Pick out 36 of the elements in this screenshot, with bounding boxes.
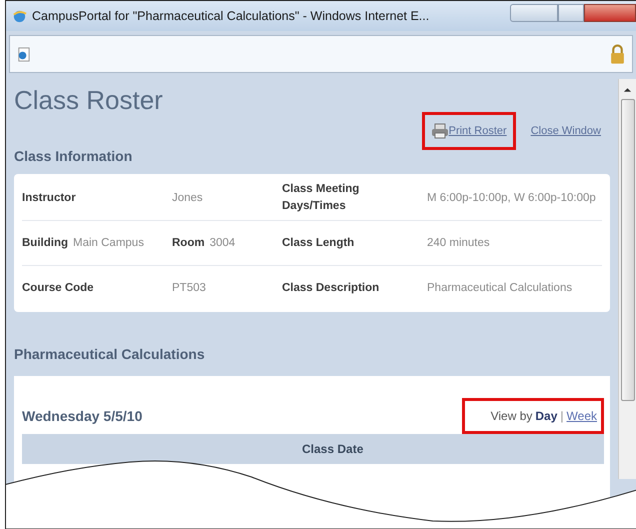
printer-icon <box>430 123 449 139</box>
field-value: M 6:00p-10:00p, W 6:00p-10:00p <box>427 192 596 204</box>
section-heading: Pharmaceutical Calculations <box>14 346 206 362</box>
field-value: Jones <box>172 192 203 204</box>
scroll-up-icon <box>623 87 632 93</box>
view-by-label: View by <box>490 409 532 423</box>
field-value: 3004 <box>210 236 236 248</box>
field-value: 240 minutes <box>427 236 490 248</box>
scrollbar[interactable] <box>618 79 636 479</box>
window-title: CampusPortal for "Pharmaceutical Calculations" - Windows Internet E... <box>32 9 430 23</box>
field-label: Room <box>172 236 205 248</box>
maximize-button[interactable] <box>558 4 584 22</box>
page-icon <box>16 46 31 62</box>
page-title: Class Roster <box>14 85 164 116</box>
scroll-thumb[interactable] <box>620 99 634 401</box>
field-label: Class Description <box>282 282 380 294</box>
print-link[interactable]: Print Roster <box>448 125 507 137</box>
separator: | <box>560 409 564 423</box>
browser-logo-icon <box>12 8 27 24</box>
field-label: Instructor <box>22 192 76 204</box>
field-label: Class Length <box>282 236 354 248</box>
minimize-button[interactable] <box>510 4 558 22</box>
field-value: Pharmaceutical Calculations <box>427 282 572 294</box>
close-link[interactable]: Close Window <box>530 125 601 137</box>
field-label: Building <box>22 236 68 248</box>
close-button[interactable] <box>584 4 636 22</box>
column-header: Class Date <box>302 442 364 456</box>
field-label: Course Code <box>22 282 94 294</box>
view-option[interactable]: Week <box>566 409 597 423</box>
view-option[interactable]: Day <box>535 409 558 423</box>
field-value: PT503 <box>172 282 206 294</box>
date-heading: Wednesday 5/5/10 <box>22 408 142 424</box>
field-label: Class Meeting Days/Times <box>282 183 360 212</box>
padlock-icon <box>609 43 626 65</box>
field-value: Main Campus <box>73 236 144 248</box>
section-heading: Class Information <box>14 148 134 164</box>
